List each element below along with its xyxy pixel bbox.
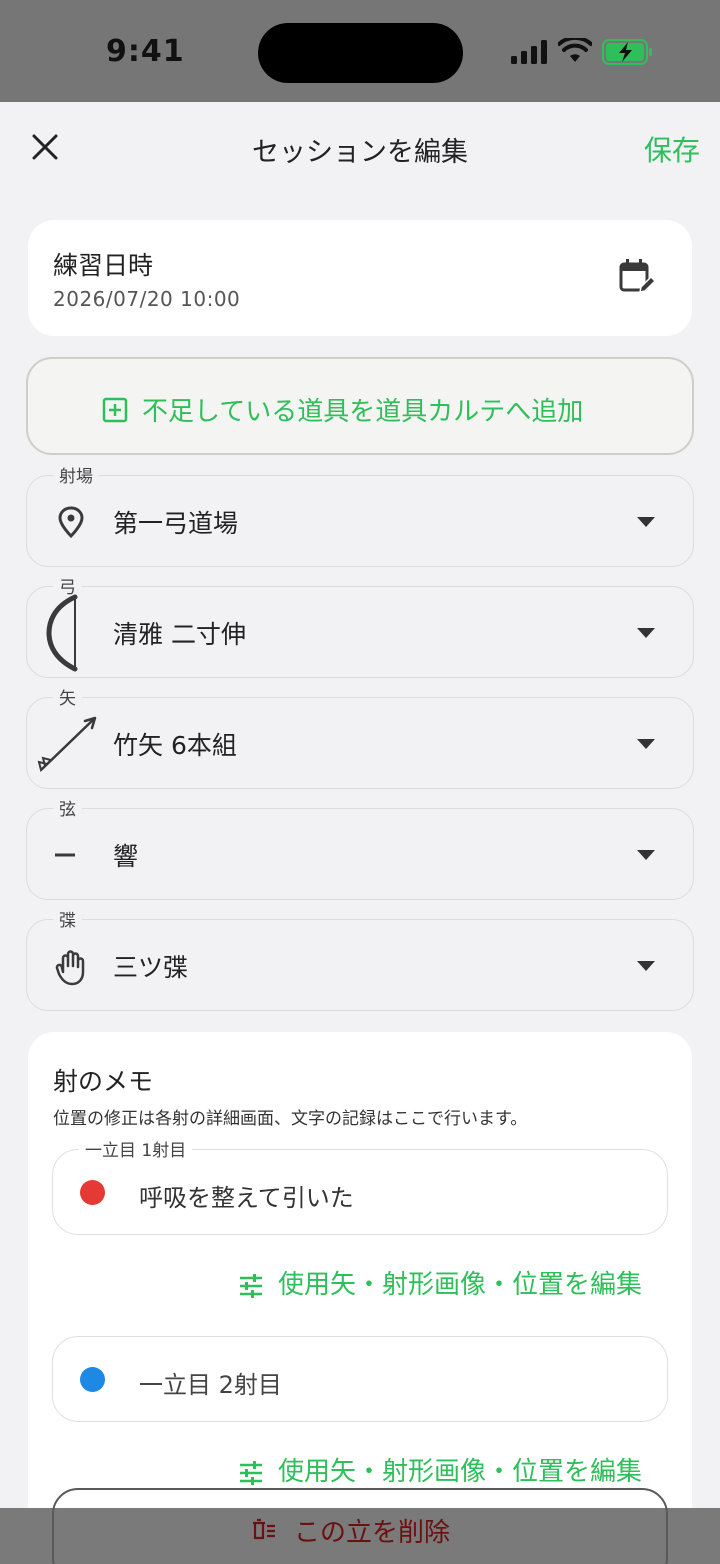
glove-select[interactable]: 弽 三ツ弽 (26, 906, 694, 1011)
nav-bar: セッションを編集 保存 (0, 102, 720, 192)
tune-icon (239, 1460, 262, 1485)
range-value: 第一弓道場 (113, 509, 239, 538)
add-missing-equipment-button[interactable]: 不足している道具を道具カルテへ追加 (26, 357, 694, 455)
arrow-select[interactable]: 矢 竹矢 6本組 (26, 684, 694, 789)
page-title: セッションを編集 (252, 137, 468, 168)
add-missing-equipment-label: 不足している道具を道具カルテへ追加 (142, 397, 584, 427)
memo-description: 位置の修正は各射の詳細画面、文字の記録はここで行います。 (53, 1109, 528, 1129)
wifi-icon (558, 38, 592, 62)
arrow-icon (37, 716, 97, 772)
shot-marker-dot (80, 1367, 105, 1392)
calendar-edit-icon[interactable] (618, 258, 656, 296)
add-box-icon (102, 397, 128, 423)
shot-memo-card: 射のメモ 位置の修正は各射の詳細画面、文字の記録はここで行います。 一立目 1射… (28, 1032, 692, 1564)
range-label: 射場 (53, 462, 99, 487)
edit-shot-details-button-1[interactable]: 使用矢・射形画像・位置を編集 (238, 1264, 642, 1301)
signal-icon (511, 40, 547, 64)
edit-shot-details-label: 使用矢・射形画像・位置を編集 (277, 1457, 642, 1487)
bow-value: 清雅 二寸伸 (113, 620, 246, 649)
glove-value: 三ツ弽 (113, 953, 189, 982)
chevron-down-icon (637, 628, 655, 638)
edit-shot-details-button-2[interactable]: 使用矢・射形画像・位置を編集 (238, 1451, 642, 1488)
edit-session-sheet: セッションを編集 保存 練習日時 2026/07/20 10:00 不足している… (0, 102, 720, 1564)
memo-title: 射のメモ (53, 1067, 154, 1096)
bow-icon (46, 594, 78, 672)
dynamic-island (258, 23, 463, 83)
dash-icon (55, 853, 75, 857)
arrow-value: 竹矢 6本組 (113, 731, 237, 760)
chevron-down-icon (637, 517, 655, 527)
range-select[interactable]: 射場 第一弓道場 (26, 462, 694, 567)
status-bar: 9:41 (0, 0, 720, 102)
edit-shot-details-label: 使用矢・射形画像・位置を編集 (277, 1270, 642, 1300)
practice-datetime-card[interactable]: 練習日時 2026/07/20 10:00 (28, 220, 692, 336)
chevron-down-icon (637, 850, 655, 860)
chevron-down-icon (637, 961, 655, 971)
delete-round-label[interactable]: この立を削除 (294, 1512, 450, 1549)
string-value: 響 (113, 842, 139, 871)
status-time: 9:41 (106, 34, 185, 69)
shot-memo-label: 一立目 1射目 (79, 1136, 193, 1161)
arrow-label: 矢 (53, 684, 82, 709)
shot-memo-field-2[interactable]: 一立目 2射目 (52, 1336, 668, 1422)
practice-datetime-value: 2026/07/20 10:00 (53, 287, 241, 311)
hand-icon (55, 950, 85, 986)
delete-list-icon (253, 1518, 275, 1540)
tune-icon (239, 1273, 262, 1298)
shot-memo-field-1[interactable]: 一立目 1射目 呼吸を整えて引いた (52, 1136, 668, 1235)
practice-datetime-label: 練習日時 (53, 251, 154, 280)
save-button[interactable]: 保存 (644, 129, 700, 169)
bow-select[interactable]: 弓 清雅 二寸伸 (26, 573, 694, 678)
battery-charging-icon (602, 39, 652, 65)
bottom-overlay: この立を削除 (0, 1488, 720, 1564)
shot-memo-placeholder[interactable]: 一立目 2射目 (139, 1365, 282, 1400)
chevron-down-icon (637, 739, 655, 749)
shot-memo-text[interactable]: 呼吸を整えて引いた (139, 1178, 354, 1213)
glove-label: 弽 (53, 906, 82, 931)
string-select[interactable]: 弦 響 (26, 795, 694, 900)
string-label: 弦 (53, 795, 82, 820)
shot-marker-dot (80, 1180, 105, 1205)
location-pin-icon (58, 506, 84, 539)
